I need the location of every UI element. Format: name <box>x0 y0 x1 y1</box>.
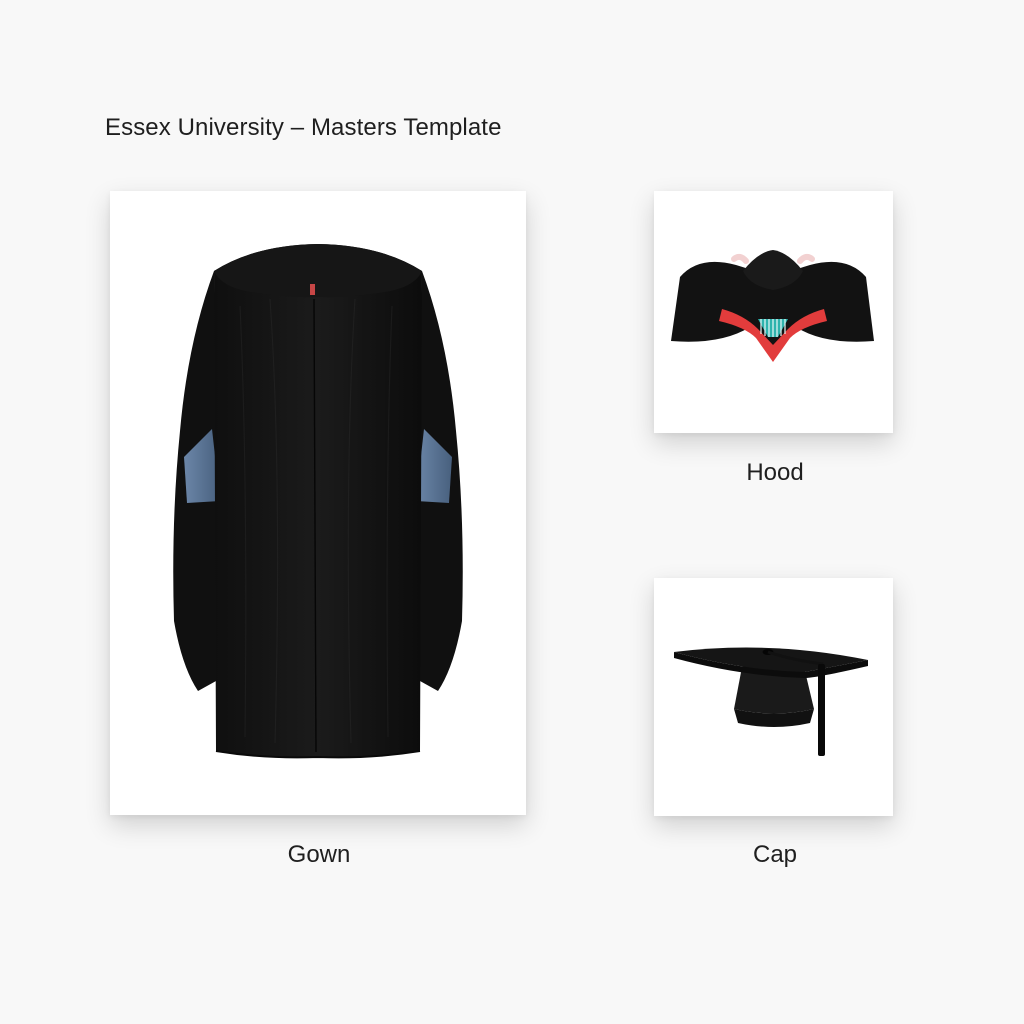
hood-label: Hood <box>746 459 804 486</box>
hood-icon <box>671 250 874 362</box>
cap-icon <box>674 647 868 756</box>
page-title: Essex University – Masters Template <box>105 114 502 141</box>
gown-label: Gown <box>287 841 351 868</box>
cap-card[interactable] <box>654 578 893 816</box>
hood-card[interactable] <box>654 191 893 433</box>
template-page: Essex University – Masters Template Gown… <box>0 0 1024 1024</box>
gown-card[interactable] <box>110 191 526 815</box>
cap-label: Cap <box>752 841 798 868</box>
gown-icon <box>173 244 463 759</box>
